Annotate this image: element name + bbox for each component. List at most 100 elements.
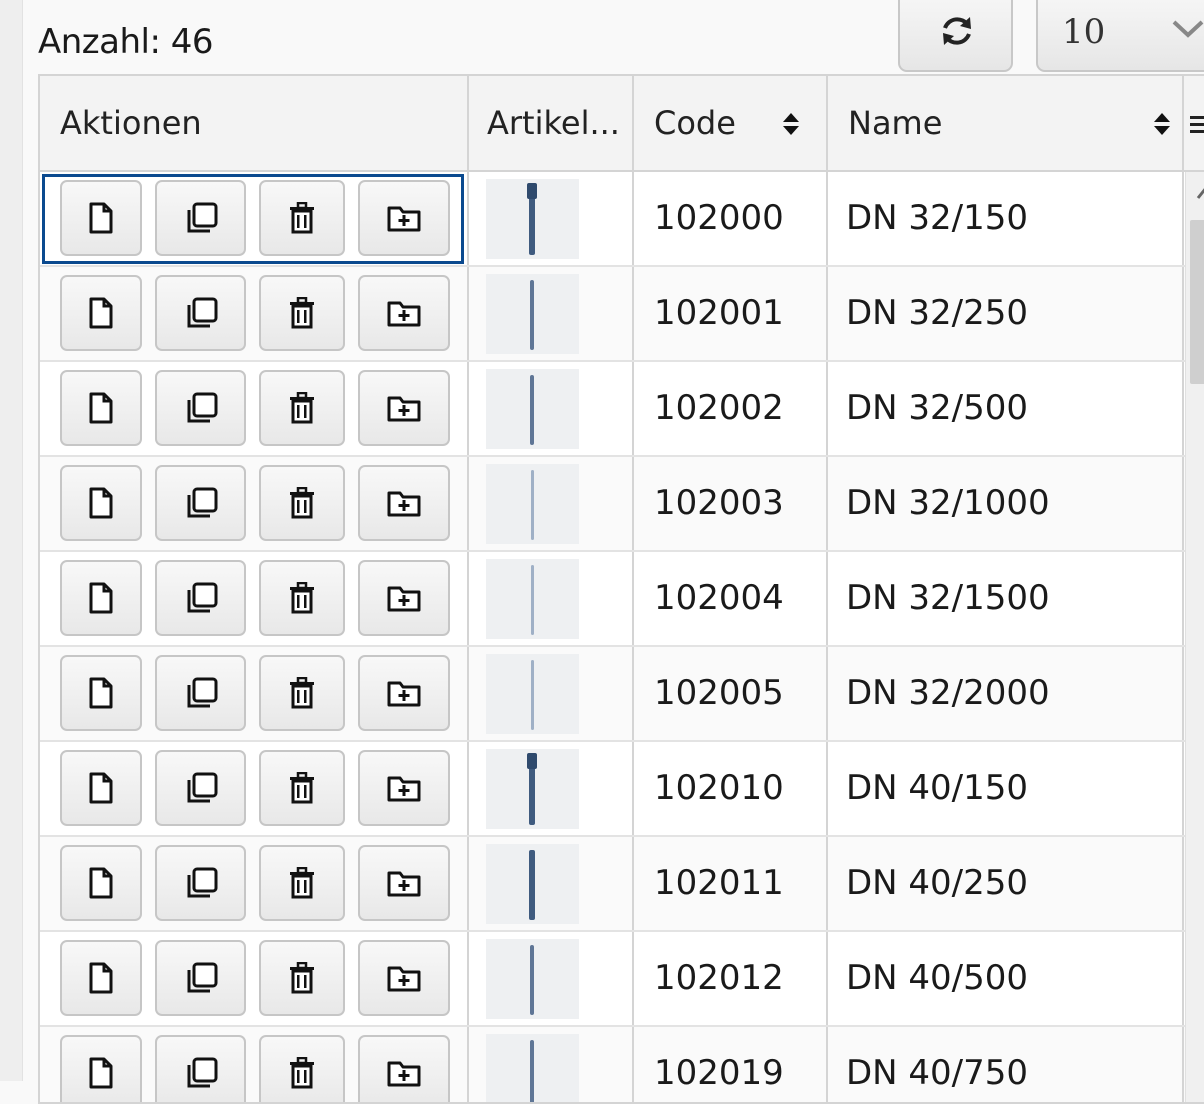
add-to-folder-button[interactable] [358, 370, 450, 446]
article-image-cell [469, 172, 634, 265]
add-to-folder-button[interactable] [358, 655, 450, 731]
table-row[interactable]: 102019 DN 40/750 [40, 1027, 1204, 1102]
sort-icon[interactable] [782, 112, 800, 136]
delete-button[interactable] [259, 1035, 345, 1102]
actions-cell [40, 552, 469, 645]
articles-grid: Aktionen Artikel... Code Name 102000 DN 3… [38, 74, 1204, 1104]
pipe-image [530, 1040, 534, 1102]
copy-button[interactable] [155, 560, 246, 636]
article-thumbnail[interactable] [486, 749, 579, 829]
copy-button[interactable] [155, 180, 246, 256]
code-cell: 102004 [634, 552, 828, 645]
add-to-folder-button[interactable] [358, 750, 450, 826]
new-button[interactable] [60, 370, 142, 446]
name-cell: DN 32/250 [828, 267, 1184, 360]
scrollbar-thumb[interactable] [1190, 220, 1204, 384]
new-button[interactable] [60, 845, 142, 921]
article-thumbnail[interactable] [486, 939, 579, 1019]
scroll-up-icon[interactable] [1186, 172, 1204, 212]
table-row[interactable]: 102002 DN 32/500 [40, 362, 1204, 457]
copy-button[interactable] [155, 465, 246, 541]
refresh-button[interactable] [898, 0, 1013, 72]
new-button[interactable] [60, 655, 142, 731]
add-to-folder-button[interactable] [358, 275, 450, 351]
column-header-code[interactable]: Code [634, 76, 828, 170]
page-size-select[interactable]: 10 [1036, 0, 1204, 72]
record-count: Anzahl: 46 [38, 22, 214, 62]
actions-cell [40, 932, 469, 1025]
article-thumbnail[interactable] [486, 1034, 579, 1102]
new-button[interactable] [60, 750, 142, 826]
copy-button[interactable] [155, 275, 246, 351]
copy-button[interactable] [155, 750, 246, 826]
actions-cell [40, 742, 469, 835]
name-cell: DN 40/250 [828, 837, 1184, 930]
delete-button[interactable] [259, 750, 345, 826]
new-button[interactable] [60, 465, 142, 541]
delete-button[interactable] [259, 560, 345, 636]
pipe-image [527, 753, 537, 825]
article-thumbnail[interactable] [486, 179, 579, 259]
table-row[interactable]: 102001 DN 32/250 [40, 267, 1204, 362]
delete-button[interactable] [259, 465, 345, 541]
article-thumbnail[interactable] [486, 844, 579, 924]
article-thumbnail[interactable] [486, 369, 579, 449]
add-to-folder-button[interactable] [358, 845, 450, 921]
delete-button[interactable] [259, 275, 345, 351]
copy-button[interactable] [155, 940, 246, 1016]
column-header-label: Artikel... [487, 104, 620, 142]
pipe-image [530, 375, 534, 445]
add-to-folder-button[interactable] [358, 1035, 450, 1102]
code-cell: 102001 [634, 267, 828, 360]
new-button[interactable] [60, 940, 142, 1016]
table-row[interactable]: 102005 DN 32/2000 [40, 647, 1204, 742]
actions-cell [40, 837, 469, 930]
table-row[interactable]: 102011 DN 40/250 [40, 837, 1204, 932]
new-button[interactable] [60, 275, 142, 351]
column-header-name[interactable]: Name [828, 76, 1184, 170]
grid-header: Aktionen Artikel... Code Name [40, 76, 1204, 172]
delete-button[interactable] [259, 940, 345, 1016]
new-button[interactable] [60, 180, 142, 256]
article-image-cell [469, 837, 634, 930]
table-row[interactable]: 102010 DN 40/150 [40, 742, 1204, 837]
name-cell: DN 32/1000 [828, 457, 1184, 550]
delete-button[interactable] [259, 655, 345, 731]
vertical-scrollbar[interactable] [1185, 172, 1204, 1102]
table-row[interactable]: 102004 DN 32/1500 [40, 552, 1204, 647]
table-row[interactable]: 102000 DN 32/150 [40, 172, 1204, 267]
name-cell: DN 32/1500 [828, 552, 1184, 645]
copy-button[interactable] [155, 370, 246, 446]
article-thumbnail[interactable] [486, 654, 579, 734]
article-image-cell [469, 362, 634, 455]
actions-cell [40, 172, 469, 265]
new-button[interactable] [60, 560, 142, 636]
article-thumbnail[interactable] [486, 464, 579, 544]
column-menu-icon[interactable] [1190, 114, 1204, 136]
column-header-article[interactable]: Artikel... [469, 76, 634, 170]
article-thumbnail[interactable] [486, 274, 579, 354]
add-to-folder-button[interactable] [358, 940, 450, 1016]
add-to-folder-button[interactable] [358, 560, 450, 636]
copy-button[interactable] [155, 655, 246, 731]
code-cell: 102011 [634, 837, 828, 930]
new-button[interactable] [60, 1035, 142, 1102]
actions-cell [40, 1027, 469, 1102]
article-image-cell [469, 457, 634, 550]
sort-icon[interactable] [1153, 112, 1171, 136]
delete-button[interactable] [259, 370, 345, 446]
copy-button[interactable] [155, 845, 246, 921]
delete-button[interactable] [259, 180, 345, 256]
delete-button[interactable] [259, 845, 345, 921]
copy-button[interactable] [155, 1035, 246, 1102]
article-thumbnail[interactable] [486, 559, 579, 639]
add-to-folder-button[interactable] [358, 180, 450, 256]
table-row[interactable]: 102012 DN 40/500 [40, 932, 1204, 1027]
code-cell: 102012 [634, 932, 828, 1025]
add-to-folder-button[interactable] [358, 465, 450, 541]
name-cell: DN 40/500 [828, 932, 1184, 1025]
refresh-icon [943, 17, 971, 45]
chevron-down-icon [1172, 20, 1204, 38]
table-row[interactable]: 102003 DN 32/1000 [40, 457, 1204, 552]
pipe-image [529, 850, 535, 920]
